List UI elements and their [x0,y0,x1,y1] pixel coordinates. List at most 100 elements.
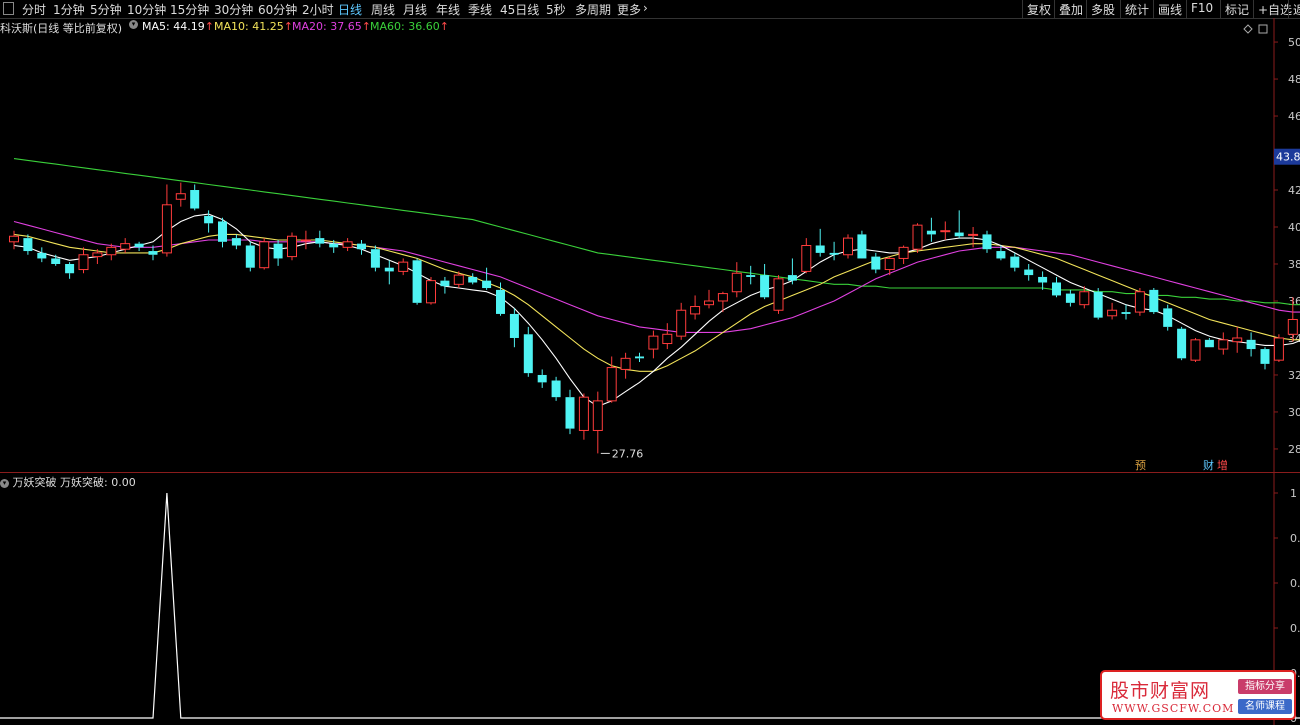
candle-body [1010,256,1020,268]
candle-body [1287,318,1298,335]
y-tick-label: 40 [1288,221,1300,234]
candle-body [357,243,366,250]
candle-body [648,335,659,350]
toolbar-button[interactable]: +自选 [1258,1,1292,18]
candle [259,238,270,270]
candle-body [940,230,951,233]
period-tab[interactable]: 周线 [371,1,395,18]
period-tab[interactable]: 5秒 [546,1,566,18]
candle-body [204,215,214,224]
watermark-tag-share: 指标分享 [1238,679,1292,694]
candle-body [1163,308,1173,327]
event-marker: 预 [1135,459,1146,472]
candle-body [926,230,936,235]
candle-body [829,252,839,255]
candle-body [635,356,644,359]
candle [635,352,644,363]
y-tick-label: 38 [1288,258,1300,271]
period-tab[interactable]: 分时 [22,1,46,18]
candle-body [1149,289,1159,313]
period-tab[interactable]: 年线 [436,1,460,18]
candlestick-chart[interactable]: 28303234363840424446485050.2027.7643.8预财… [0,18,1300,473]
period-tab[interactable]: 日线 [338,1,362,18]
period-tab[interactable]: 季线 [468,1,492,18]
candle [496,282,505,316]
candle-body [1134,291,1145,313]
period-tab[interactable]: 10分钟 [127,1,166,18]
toolbar-button[interactable]: 画线 [1158,1,1182,18]
toolbar-separator [1253,0,1254,18]
candle [509,308,519,348]
diamond-icon [1243,24,1253,34]
candle-body [370,249,380,268]
candle-body [287,235,297,258]
square-icon [1258,24,1268,34]
candle-body [92,252,103,258]
candle [78,247,89,274]
candle-body [300,239,311,242]
candle-body [148,251,158,255]
y-tick-label: 28 [1288,443,1300,456]
candle-body [606,367,617,402]
candle-body [190,190,200,209]
candle-body [1107,309,1118,317]
candle [1038,271,1048,290]
candle-body [760,275,770,298]
candle-body [857,234,867,259]
panel-toggle-icon[interactable] [3,2,14,15]
candle [690,295,701,320]
period-tab[interactable]: 30分钟 [214,1,253,18]
candle-body [620,357,631,370]
toolbar-separator [1153,0,1154,18]
toolbar: 分时 1分钟 5分钟 10分钟 15分钟 30分钟 60分钟 2小时 日线 周线 月线 年线 季线 45日… [0,0,1300,19]
candle [898,245,909,264]
candle [1204,337,1214,348]
more-chevron-icon[interactable]: › [643,1,648,15]
candle-body [412,260,422,303]
candle-body [161,204,172,254]
candle [731,262,742,298]
candle-body [871,256,881,270]
toolbar-button[interactable]: 叠加 [1059,1,1083,18]
candle [1190,337,1201,363]
watermark-logo: 股市财富网 WWW.GSCFW.COM 指标分享 名师课程 [1100,670,1296,720]
toolbar-separator [1186,0,1187,18]
candle [912,223,923,253]
y-tick-label: 42 [1288,184,1300,197]
period-tab[interactable]: 更多 [617,1,641,18]
toolbar-button[interactable]: 返 [1293,1,1300,18]
candle [787,258,797,285]
candle-body [717,293,728,302]
period-tab[interactable]: 2小时 [302,1,334,18]
candle-body [1218,339,1229,350]
period-tab[interactable]: 月线 [403,1,427,18]
candle-body [704,300,714,306]
toolbar-button[interactable]: 多股 [1091,1,1115,18]
period-tab[interactable]: 5分钟 [90,1,122,18]
period-tab[interactable]: 60分钟 [258,1,297,18]
toolbar-button[interactable]: 标记 [1225,1,1249,18]
candle [51,254,61,266]
candle-body [1024,269,1034,276]
candle [523,326,533,377]
y-tick-label: 32 [1288,369,1300,382]
event-marker: 增 [1217,458,1228,472]
candle [1246,332,1256,357]
current-price-tag: 43.8 [1276,151,1300,164]
candle [648,330,659,359]
candle [175,182,186,207]
toolbar-button[interactable]: 统计 [1125,1,1149,18]
candle-body [37,252,47,259]
candle-body [1093,291,1103,318]
toolbar-button[interactable]: 复权 [1027,1,1051,18]
candle-body [218,221,227,242]
toolbar-button[interactable]: F10 [1191,1,1213,15]
period-tab[interactable]: 15分钟 [170,1,209,18]
ind-y-tick-label: 0.4 [1290,622,1300,635]
period-tab[interactable]: 1分钟 [53,1,85,18]
candle-body [565,397,575,429]
candle-body [1190,339,1201,361]
period-tab[interactable]: 45日线 [500,1,539,18]
y-tick-label: 46 [1288,110,1300,123]
period-tab[interactable]: 多周期 [575,1,611,18]
